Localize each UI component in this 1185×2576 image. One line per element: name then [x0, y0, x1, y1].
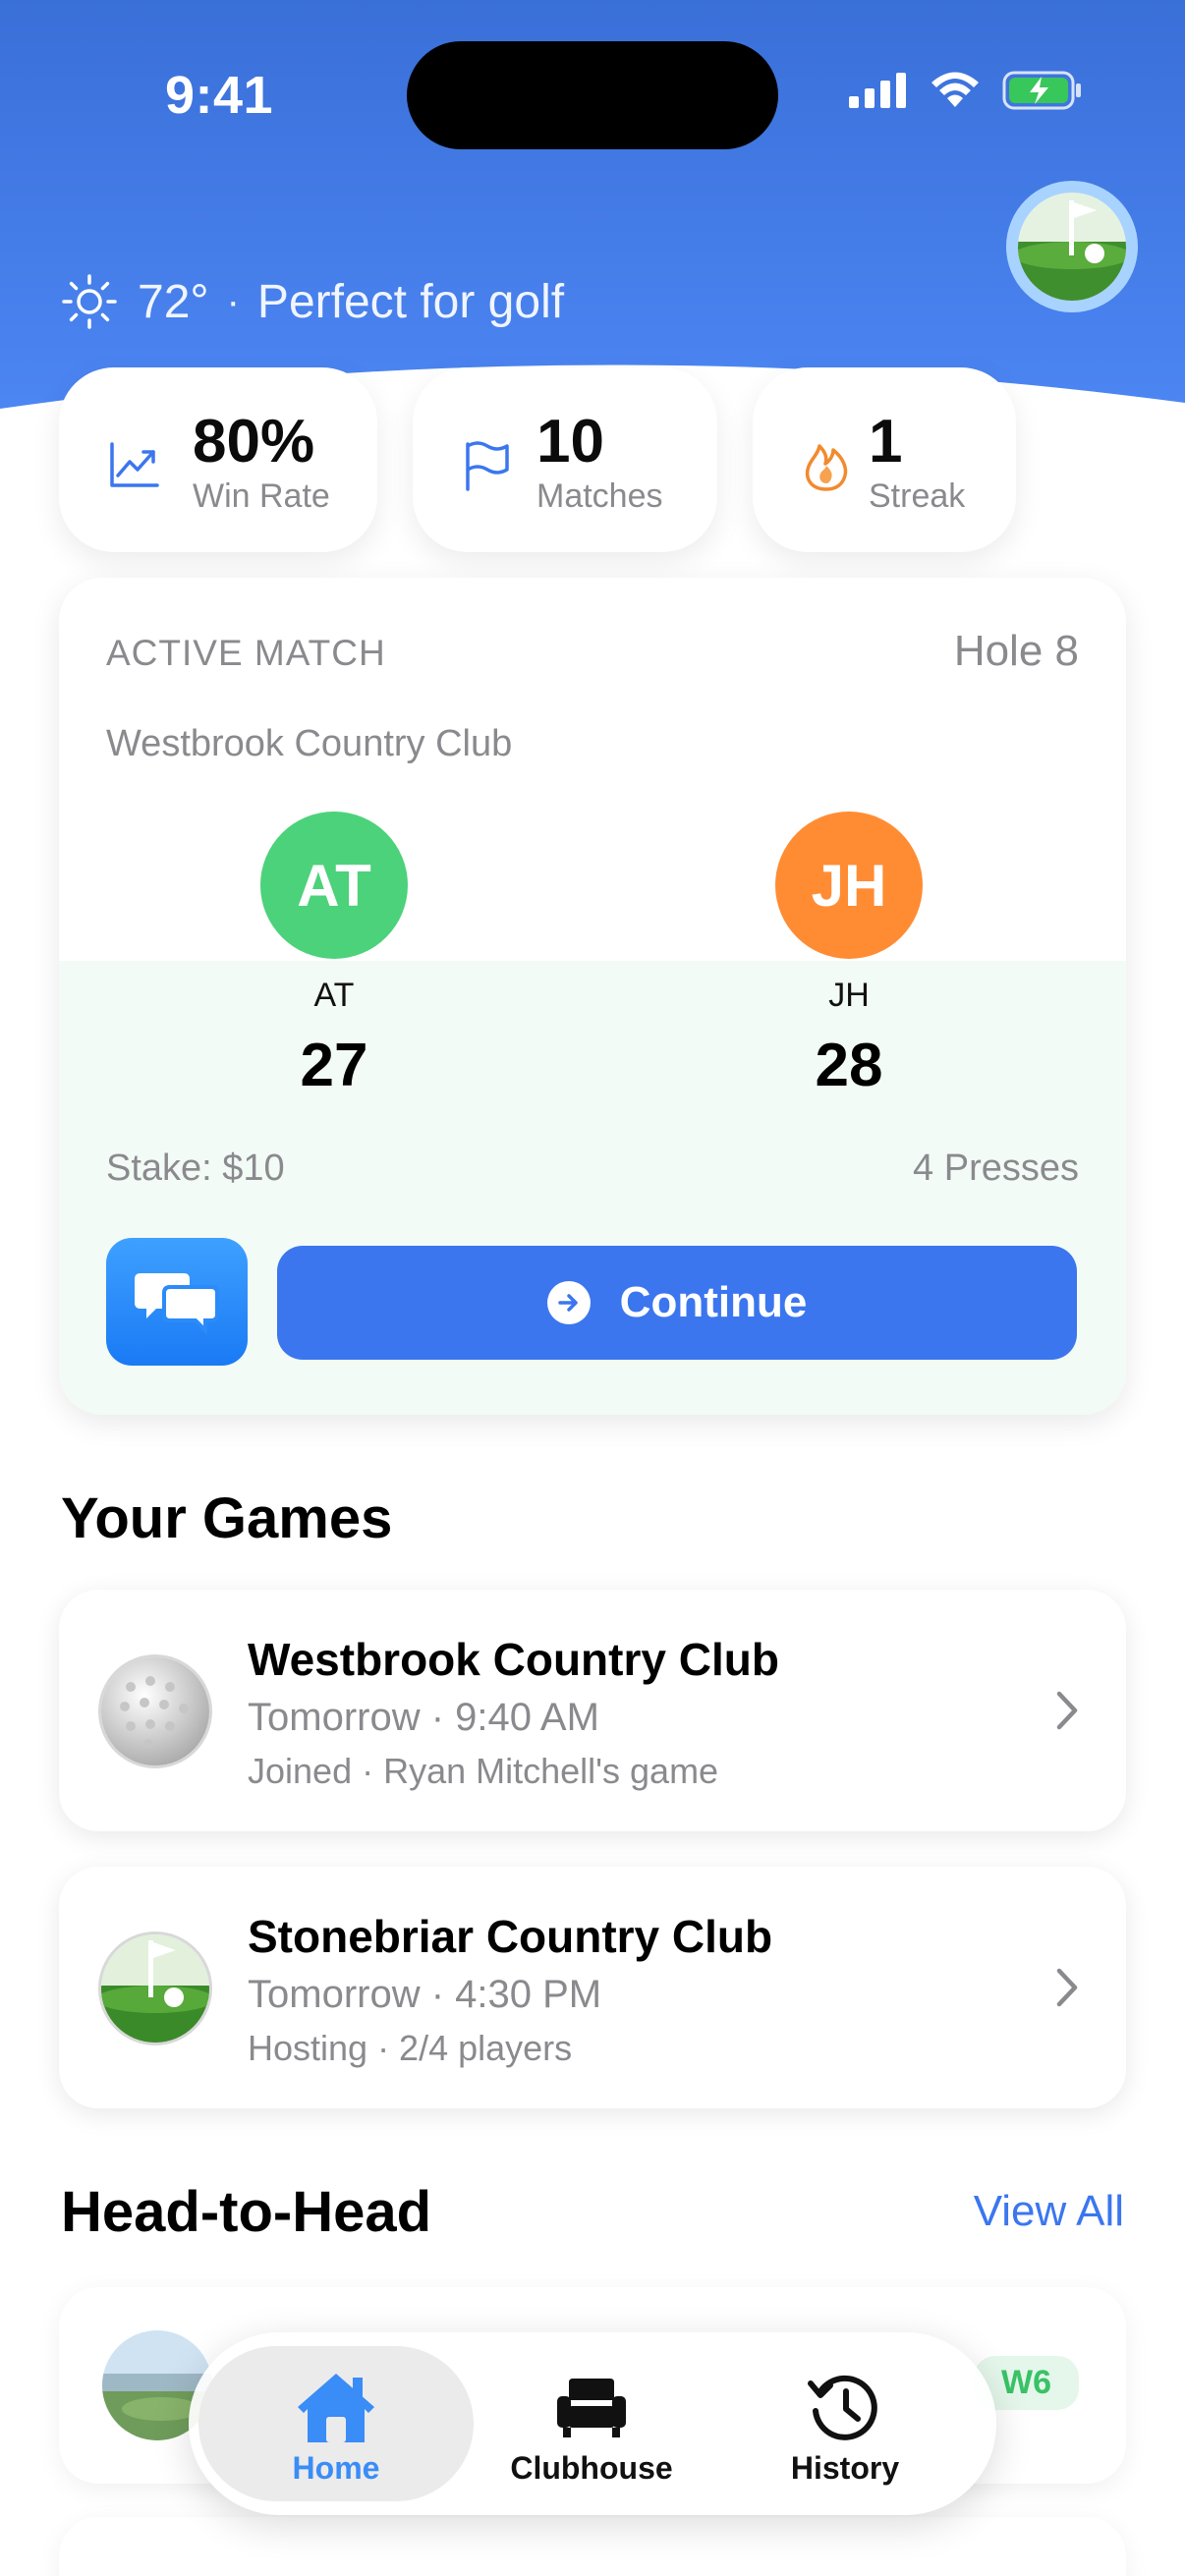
continue-label: Continue	[619, 1278, 808, 1326]
player-at: AT AT 27	[187, 812, 481, 1100]
flame-icon	[805, 444, 848, 491]
wifi-icon	[931, 72, 979, 107]
trending-up-icon	[110, 442, 159, 487]
player-score: 28	[815, 1032, 883, 1099]
flag-icon	[466, 441, 509, 491]
streak-label: Streak	[869, 477, 966, 515]
player-name: JH	[828, 977, 870, 1014]
player-name: AT	[313, 977, 355, 1014]
tab-clubhouse-label: Clubhouse	[510, 2450, 673, 2486]
player-jh: JH JH 28	[702, 812, 996, 1100]
game-meta: Hosting · 2/4 players	[248, 2028, 573, 2068]
game-time: Tomorrow · 9:40 AM	[248, 1696, 599, 1739]
tab-history[interactable]: History	[707, 2346, 983, 2501]
view-all-link[interactable]: View All	[974, 2187, 1124, 2236]
match-club-name: Westbrook Country Club	[106, 723, 513, 764]
streak-value: 1	[869, 408, 903, 476]
weather-temperature: 72°	[138, 275, 209, 328]
your-games-title: Your Games	[61, 1486, 393, 1550]
sun-icon	[62, 274, 117, 329]
battery-charging-icon	[1002, 71, 1081, 110]
golf-green-icon	[1018, 193, 1126, 301]
dynamic-island	[407, 41, 778, 149]
golf-green-icon	[98, 1932, 212, 2045]
profile-avatar[interactable]	[1006, 181, 1138, 312]
game-club-name: Stonebriar Country Club	[248, 1911, 773, 1962]
game-meta: Joined · Ryan Mitchell's game	[248, 1751, 719, 1791]
matches-value: 10	[536, 408, 604, 476]
match-presses: 4 Presses	[913, 1148, 1079, 1189]
chevron-right-icon	[1056, 1691, 1078, 1730]
home-icon	[298, 2374, 374, 2442]
game-time: Tomorrow · 4:30 PM	[248, 1973, 602, 2016]
tab-clubhouse[interactable]: Clubhouse	[454, 2346, 729, 2501]
tab-home[interactable]: Home	[198, 2346, 474, 2501]
status-time: 9:41	[165, 66, 274, 125]
stat-card-matches[interactable]: 10 Matches	[413, 367, 717, 552]
player-avatar: AT	[260, 812, 408, 959]
history-icon	[808, 2375, 877, 2440]
game-club-name: Westbrook Country Club	[248, 1634, 779, 1685]
tab-bar: Home Clubhouse History	[189, 2332, 996, 2515]
stat-card-streak[interactable]: 1 Streak	[753, 367, 1016, 552]
status-bar: 9:41	[0, 41, 1185, 149]
status-icons	[849, 71, 1083, 110]
weather-separator: ·	[226, 279, 240, 323]
weather-description: Perfect for golf	[256, 275, 565, 328]
tab-home-label: Home	[292, 2450, 380, 2486]
win-rate-label: Win Rate	[193, 477, 330, 515]
golf-ball-icon	[98, 1654, 212, 1768]
player-avatar: JH	[775, 812, 923, 959]
matches-label: Matches	[536, 477, 663, 515]
game-card-stonebriar[interactable]: Stonebriar Country Club Tomorrow · 4:30 …	[59, 1867, 1126, 2108]
arrow-right-circle-icon	[546, 1281, 591, 1324]
cellular-signal-icon	[849, 73, 906, 108]
continue-button[interactable]: Continue	[277, 1246, 1077, 1360]
chat-button[interactable]	[106, 1238, 248, 1366]
chat-bubbles-icon	[135, 1273, 219, 1335]
chevron-right-icon	[1056, 1968, 1078, 2007]
tab-history-label: History	[790, 2450, 900, 2486]
match-stake: Stake: $10	[106, 1148, 285, 1189]
player-score: 27	[300, 1032, 368, 1099]
active-match-label: ACTIVE MATCH	[106, 633, 386, 673]
head-to-head-title: Head-to-Head	[61, 2180, 432, 2244]
armchair-icon	[557, 2379, 626, 2437]
current-hole: Hole 8	[953, 627, 1079, 675]
game-card-westbrook[interactable]: Westbrook Country Club Tomorrow · 9:40 A…	[59, 1590, 1126, 1831]
head-to-head-card[interactable]	[59, 2517, 1126, 2576]
win-rate-value: 80%	[193, 408, 315, 476]
stat-card-win-rate[interactable]: 80% Win Rate	[59, 367, 377, 552]
active-match-card[interactable]: ACTIVE MATCH Hole 8 Westbrook Country Cl…	[59, 578, 1126, 1415]
weather-summary: 72° · Perfect for golf	[61, 273, 564, 330]
